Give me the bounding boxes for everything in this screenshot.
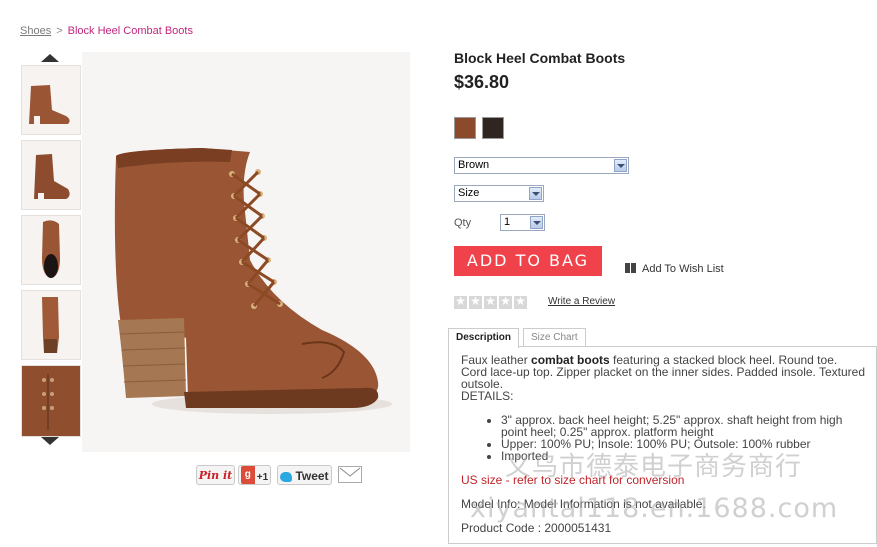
chevron-down-icon [529,187,542,200]
tab-size-chart[interactable]: Size Chart [523,328,586,347]
breadcrumb-link-shoes[interactable]: Shoes [20,25,51,37]
star-icon [469,294,482,309]
list-item: 3" approx. back heel height; 5.25" appro… [501,414,866,438]
add-to-wish-list-link[interactable]: Add To Wish List [625,263,724,275]
breadcrumb-current: Block Heel Combat Boots [67,25,193,37]
google-plus-button[interactable]: g +1 [238,465,271,485]
thumbnail-5[interactable] [21,365,81,437]
email-icon[interactable] [338,466,362,483]
thumbnails-down-arrow-icon[interactable] [41,437,59,445]
envelope-icon [339,467,361,477]
watermark-line-2: xiyantal118.en.1688.com [470,493,839,524]
color-select-value: Brown [458,159,490,171]
boot-top-icon [42,220,60,278]
tweet-label: Tweet [295,469,329,483]
star-icon [499,294,512,309]
boot-side-icon [29,85,70,124]
description-intro: Faux leather combat boots featuring a st… [461,353,866,391]
rating-stars [454,294,529,314]
pinterest-button[interactable]: Pin it [196,465,235,485]
tweet-button[interactable]: Tweet [277,465,332,485]
watermark-line-1: 义乌市德泰电子商务商行 [505,452,803,482]
write-review-link[interactable]: Write a Review [548,296,615,307]
thumbnail-3[interactable] [21,215,81,285]
chevron-down-icon [614,159,627,172]
color-swatch-black[interactable] [482,117,504,139]
qty-select-value: 1 [504,216,511,228]
size-select[interactable]: Size [454,185,544,202]
boot-angle-icon [34,154,70,199]
thumbnail-1[interactable] [21,65,81,135]
tab-description[interactable]: Description [448,328,520,348]
thumbnail-2[interactable] [21,140,81,210]
details-label: DETAILS: [461,389,514,403]
size-select-value: Size [458,187,480,199]
boot-image-icon [114,148,392,414]
star-icon [484,294,497,309]
boot-detail-icon [22,366,80,436]
google-plus-label: +1 [256,472,269,483]
google-plus-icon: g [240,466,255,484]
chevron-down-icon [530,216,543,229]
qty-label: Qty [454,217,472,229]
thumbnails-up-arrow-icon[interactable] [41,54,59,62]
color-select[interactable]: Brown [454,157,629,174]
thumbnail-4[interactable] [21,290,81,360]
boot-back-icon [42,297,59,353]
breadcrumb-separator: > [56,25,63,37]
add-to-bag-button[interactable]: ADD TO BAG [454,246,602,276]
wish-list-label: Add To Wish List [642,263,724,275]
product-main-image [82,52,410,452]
qty-select[interactable]: 1 [500,214,545,231]
gift-icon [625,263,636,273]
product-title: Block Heel Combat Boots [454,50,626,66]
star-icon [514,294,527,309]
breadcrumb: Shoes > Block Heel Combat Boots [20,25,193,37]
star-icon [454,294,467,309]
product-price: $36.80 [454,72,510,92]
color-swatch-brown[interactable] [454,117,476,139]
twitter-bird-icon [280,471,293,482]
